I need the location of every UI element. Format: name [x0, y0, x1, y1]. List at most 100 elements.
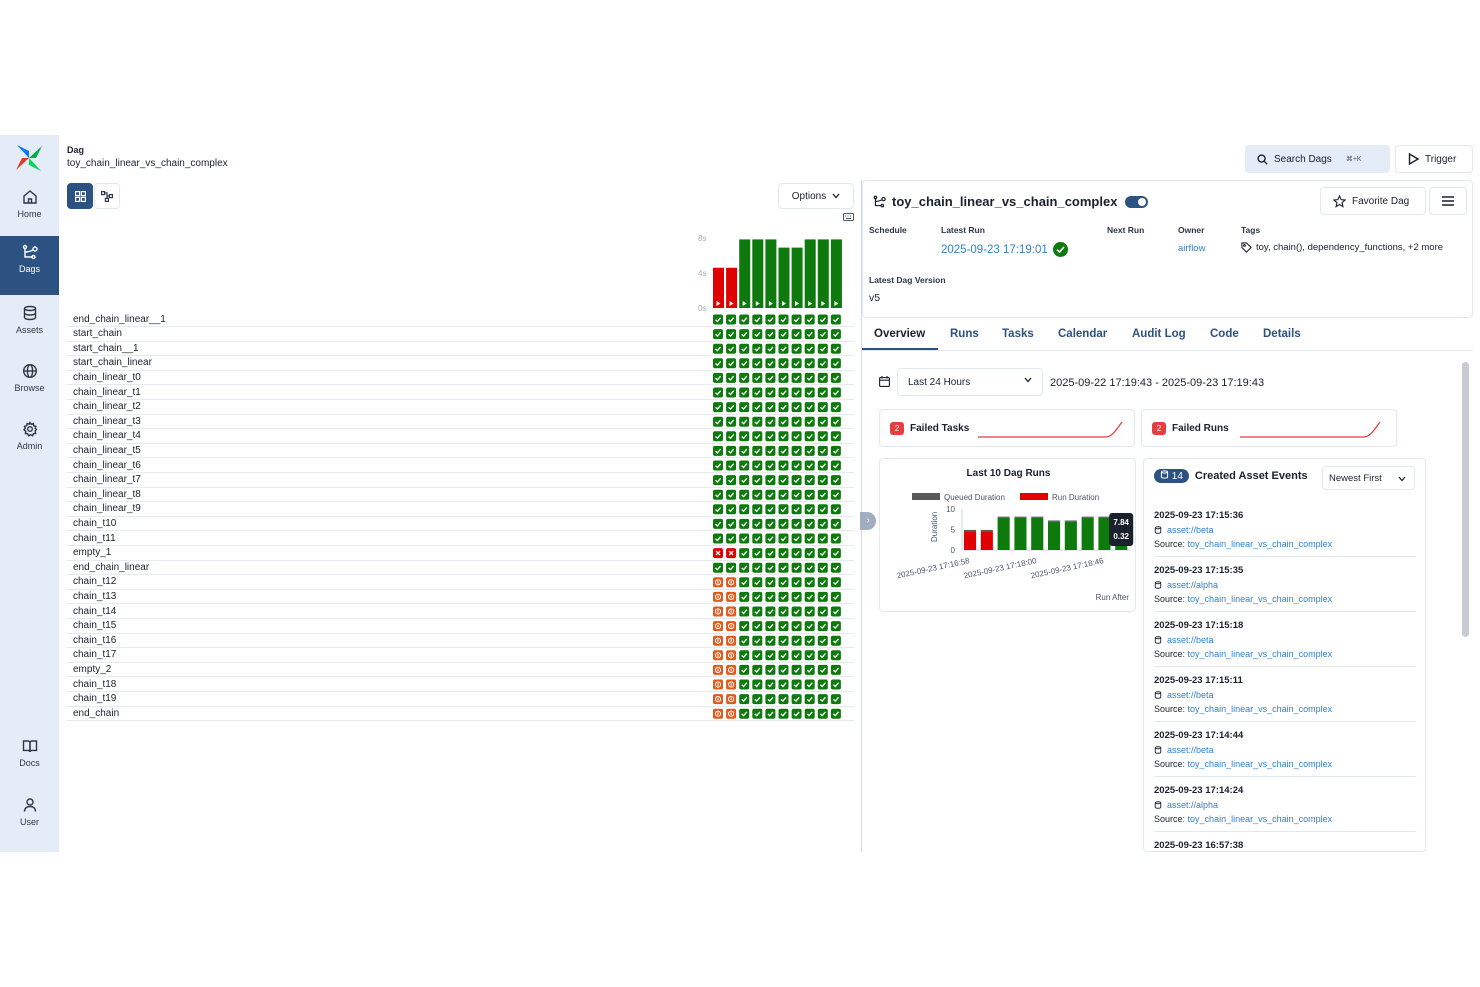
task-instance-cell[interactable] — [739, 577, 750, 588]
task-instance-cell[interactable] — [713, 343, 723, 354]
asset-uri-link[interactable]: asset://alpha — [1167, 800, 1218, 810]
task-instance-cell[interactable] — [765, 650, 776, 661]
task-instance-cell[interactable] — [765, 518, 776, 529]
task-instance-cell[interactable] — [791, 329, 802, 340]
failed-tasks-card[interactable]: 2 Failed Tasks — [879, 409, 1135, 447]
task-instance-cell[interactable] — [778, 591, 789, 602]
task-instance-cell[interactable] — [739, 445, 750, 456]
tab-runs[interactable]: Runs — [950, 328, 979, 340]
task-instance-cell[interactable] — [765, 577, 776, 588]
task-instance-cell[interactable] — [752, 402, 763, 413]
task-instance-cell[interactable] — [726, 343, 737, 354]
task-instance-cell[interactable] — [817, 533, 828, 544]
task-instance-cell[interactable] — [791, 475, 802, 486]
task-instance-cell[interactable] — [778, 533, 789, 544]
task-instance-cell[interactable] — [830, 679, 841, 690]
task-instance-cell[interactable] — [752, 475, 763, 486]
asset-uri-link[interactable]: asset://beta — [1167, 745, 1214, 755]
task-instance-cell[interactable] — [817, 621, 828, 632]
task-instance-cell[interactable] — [804, 562, 815, 573]
task-instance-cell[interactable] — [791, 606, 802, 617]
task-instance-cell[interactable] — [804, 708, 815, 719]
asset-uri-link[interactable]: asset://beta — [1167, 690, 1214, 700]
task-instance-cell[interactable] — [739, 314, 750, 325]
task-instance-cell[interactable] — [739, 504, 750, 515]
run-duration-bar[interactable] — [778, 247, 790, 308]
task-instance-cell[interactable] — [778, 518, 789, 529]
task-instance-cell[interactable] — [713, 518, 723, 529]
task-instance-cell[interactable] — [726, 489, 737, 500]
task-instance-cell[interactable] — [752, 533, 763, 544]
task-instance-cell[interactable] — [765, 548, 776, 559]
task-instance-cell[interactable] — [791, 416, 802, 427]
task-instance-cell[interactable] — [830, 387, 841, 398]
task-instance-cell[interactable] — [726, 329, 737, 340]
source-dag-link[interactable]: toy_chain_linear_vs_chain_complex — [1188, 704, 1333, 714]
task-instance-cell[interactable] — [817, 664, 828, 675]
task-instance-cell[interactable] — [817, 475, 828, 486]
task-instance-cell[interactable] — [778, 606, 789, 617]
task-instance-cell[interactable] — [765, 708, 776, 719]
task-instance-cell[interactable] — [804, 314, 815, 325]
task-instance-cell[interactable] — [804, 445, 815, 456]
task-instance-cell[interactable] — [765, 372, 776, 383]
run-duration-bar[interactable] — [765, 239, 777, 308]
task-instance-cell[interactable] — [830, 314, 841, 325]
task-instance-cell[interactable] — [752, 431, 763, 442]
task-instance-cell[interactable] — [765, 606, 776, 617]
search-dags-button[interactable]: Search Dags ⌘+K — [1245, 145, 1390, 173]
task-instance-cell[interactable] — [817, 518, 828, 529]
task-instance-cell[interactable] — [804, 606, 815, 617]
task-instance-cell[interactable] — [817, 343, 828, 354]
task-instance-cell[interactable] — [752, 489, 763, 500]
task-instance-cell[interactable] — [713, 329, 723, 340]
task-instance-cell[interactable] — [765, 679, 776, 690]
task-instance-cell[interactable] — [739, 664, 750, 675]
run-duration-bar[interactable] — [817, 239, 829, 308]
tab-overview[interactable]: Overview — [874, 328, 925, 340]
scrollbar[interactable] — [1462, 362, 1469, 637]
task-instance-cell[interactable] — [791, 504, 802, 515]
task-instance-cell[interactable] — [726, 562, 737, 573]
tab-code[interactable]: Code — [1210, 328, 1239, 340]
menu-button[interactable] — [1429, 187, 1467, 215]
task-instance-cell[interactable] — [765, 621, 776, 632]
task-instance-cell[interactable] — [752, 329, 763, 340]
task-instance-cell[interactable] — [804, 358, 815, 369]
task-instance-cell[interactable] — [778, 548, 789, 559]
source-dag-link[interactable]: toy_chain_linear_vs_chain_complex — [1188, 594, 1333, 604]
task-instance-cell[interactable] — [752, 606, 763, 617]
task-instance-cell[interactable] — [804, 343, 815, 354]
task-instance-cell[interactable] — [713, 460, 723, 471]
task-instance-cell[interactable] — [804, 504, 815, 515]
task-instance-cell[interactable] — [830, 329, 841, 340]
task-instance-cell[interactable] — [791, 548, 802, 559]
task-instance-cell[interactable] — [765, 402, 776, 413]
task-instance-cell[interactable] — [778, 504, 789, 515]
task-instance-cell[interactable] — [804, 577, 815, 588]
task-instance-cell[interactable] — [713, 387, 723, 398]
task-instance-cell[interactable] — [739, 650, 750, 661]
task-instance-cell[interactable] — [830, 504, 841, 515]
task-instance-cell[interactable] — [817, 314, 828, 325]
task-instance-cell[interactable] — [765, 329, 776, 340]
task-instance-cell[interactable] — [752, 664, 763, 675]
task-instance-cell[interactable] — [778, 577, 789, 588]
task-instance-cell[interactable] — [830, 533, 841, 544]
task-instance-cell[interactable] — [804, 372, 815, 383]
task-instance-cell[interactable] — [752, 358, 763, 369]
task-instance-cell[interactable] — [830, 591, 841, 602]
task-instance-cell[interactable] — [830, 562, 841, 573]
task-instance-cell[interactable] — [804, 431, 815, 442]
task-instance-cell[interactable] — [791, 314, 802, 325]
task-instance-cell[interactable] — [713, 445, 723, 456]
task-instance-cell[interactable] — [726, 431, 737, 442]
task-instance-cell[interactable] — [830, 460, 841, 471]
task-instance-cell[interactable] — [817, 329, 828, 340]
task-instance-cell[interactable] — [830, 343, 841, 354]
sidebar-item-user[interactable]: User — [0, 789, 59, 847]
task-instance-cell[interactable] — [804, 650, 815, 661]
task-instance-cell[interactable] — [765, 445, 776, 456]
task-instance-cell[interactable] — [765, 343, 776, 354]
trigger-button[interactable]: Trigger — [1395, 145, 1473, 173]
